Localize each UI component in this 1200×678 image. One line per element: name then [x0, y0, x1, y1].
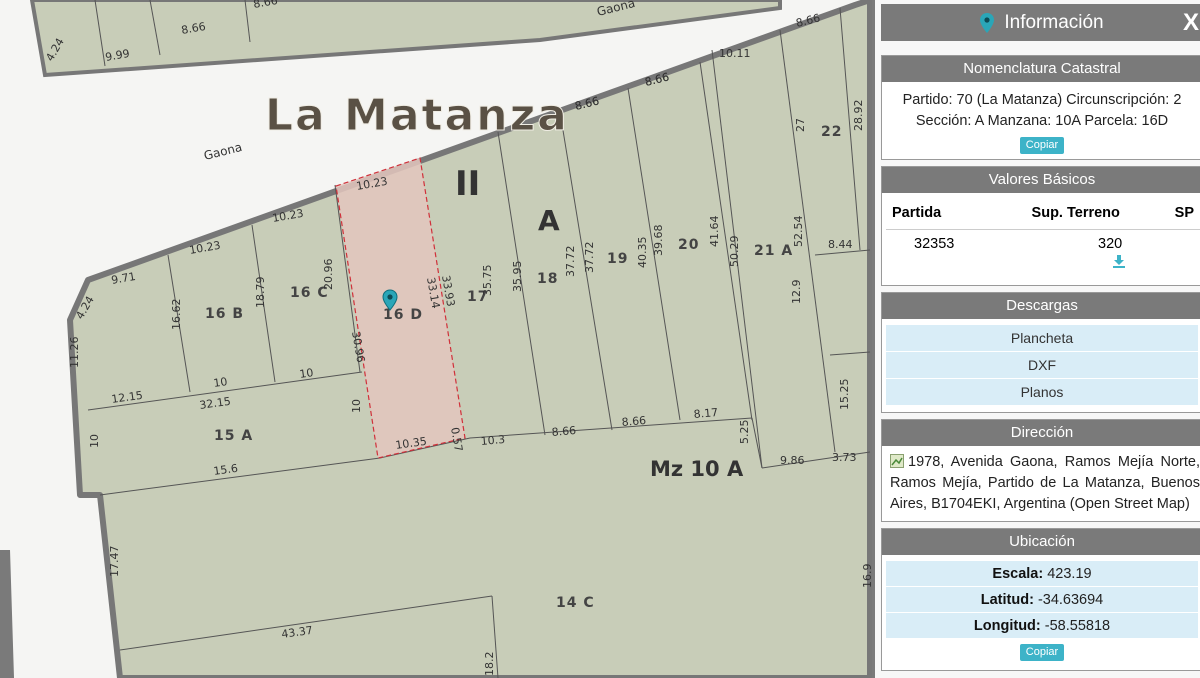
panel-header: Información X	[881, 4, 1200, 41]
plot-label: 22	[821, 124, 842, 140]
escala-row: Escala: 423.19	[886, 561, 1198, 587]
svg-text:8.17: 8.17	[693, 406, 719, 421]
svg-text:37.72: 37.72	[583, 242, 596, 274]
cadastral-map[interactable]: La Matanza II A Mz 10 A Gaona Gaona 16 D…	[0, 0, 875, 678]
address-block: 1978, Avenida Gaona, Ramos Mejía Norte, …	[882, 446, 1200, 515]
svg-text:37.72: 37.72	[564, 246, 577, 278]
address-text: 1978, Avenida Gaona, Ramos Mejía Norte, …	[890, 454, 1200, 512]
svg-text:10.11: 10.11	[719, 47, 751, 60]
copy-nomenclatura-button[interactable]: Copiar	[1019, 137, 1065, 154]
nomenclatura-line-1: Partido: 70 (La Matanza) Circunscripción…	[902, 92, 1182, 108]
cell-partida: 32353	[914, 236, 955, 252]
cell-sp	[1152, 230, 1200, 255]
svg-text:35.95: 35.95	[511, 261, 524, 293]
svg-text:10: 10	[299, 366, 315, 381]
plot-label: 21 A	[754, 243, 793, 259]
map-canvas[interactable]: La Matanza II A Mz 10 A Gaona Gaona 16 D…	[0, 0, 875, 678]
plot-label: 19	[607, 251, 628, 267]
plot-label: 18	[537, 271, 558, 287]
district-label: La Matanza	[265, 90, 569, 141]
ubicacion-section: Ubicación Escala: 423.19 Latitud: -34.63…	[881, 528, 1200, 671]
header-sup-terreno: Sup. Terreno	[999, 201, 1153, 230]
latitud-label: Latitud:	[980, 592, 1034, 608]
nomenclatura-line-2: Sección: A Manzana: 10A Parcela: 16D	[915, 113, 1169, 129]
download-icon[interactable]	[1112, 254, 1126, 268]
svg-text:8.66: 8.66	[551, 424, 577, 439]
svg-text:10.3: 10.3	[480, 433, 506, 448]
map-icon	[890, 454, 904, 468]
svg-text:18.2: 18.2	[483, 652, 496, 677]
valores-title: Valores Básicos	[882, 167, 1200, 193]
valores-section: Valores Básicos Partida Sup. Terreno SP …	[881, 166, 1200, 286]
escala-value: 423.19	[1047, 566, 1092, 582]
header-sp: SP	[1152, 201, 1200, 230]
info-panel: Información X Nomenclatura Catastral Par…	[872, 0, 1200, 678]
svg-text:39.68: 39.68	[652, 225, 665, 257]
svg-text:10: 10	[88, 434, 101, 448]
section-label-ii: II	[455, 164, 480, 204]
block-label: Mz 10 A	[650, 457, 744, 481]
download-planos[interactable]: Planos	[886, 379, 1198, 406]
ubicacion-title: Ubicación	[882, 529, 1200, 555]
svg-text:5.25: 5.25	[738, 420, 751, 445]
svg-text:8.44: 8.44	[828, 238, 853, 251]
panel-title: Información	[1004, 11, 1104, 33]
close-button[interactable]: X	[1183, 9, 1199, 37]
longitud-label: Longitud:	[973, 618, 1041, 634]
header-partida: Partida	[886, 201, 1000, 230]
latitud-value: -34.63694	[1037, 592, 1104, 608]
svg-text:28.92: 28.92	[852, 100, 865, 132]
longitud-value: -58.55818	[1044, 618, 1111, 634]
nomenclatura-section: Nomenclatura Catastral Partido: 70 (La M…	[881, 55, 1200, 160]
svg-text:52.54: 52.54	[792, 216, 805, 248]
svg-text:27: 27	[794, 118, 807, 132]
plot-label: 16 B	[205, 306, 244, 322]
cell-sup-terreno: 320	[1098, 236, 1123, 252]
download-dxf[interactable]: DXF	[886, 352, 1198, 379]
svg-text:3.73: 3.73	[832, 451, 857, 464]
nomenclatura-title: Nomenclatura Catastral	[882, 56, 1200, 82]
section-label-a: A	[538, 204, 560, 237]
direccion-section: Dirección 1978, Avenida Gaona, Ramos Mej…	[881, 419, 1200, 522]
svg-text:10: 10	[350, 399, 363, 413]
copy-ubicacion-button[interactable]: Copiar	[1019, 644, 1065, 661]
plot-label: 20	[678, 237, 699, 253]
svg-text:12.9: 12.9	[790, 280, 803, 305]
svg-text:17.47: 17.47	[108, 546, 121, 578]
svg-text:20.96: 20.96	[322, 259, 335, 291]
svg-text:11.26: 11.26	[68, 337, 81, 369]
valores-table: Partida Sup. Terreno SP 32353 320	[886, 201, 1200, 274]
svg-text:15.25: 15.25	[838, 379, 851, 411]
svg-text:41.64: 41.64	[708, 216, 721, 248]
direccion-title: Dirección	[882, 420, 1200, 446]
download-plancheta[interactable]: Plancheta	[886, 325, 1198, 352]
latitud-row: Latitud: -34.63694	[886, 587, 1198, 613]
location-pin-icon	[980, 12, 995, 33]
svg-text:40.35: 40.35	[636, 237, 649, 269]
svg-text:9.86: 9.86	[780, 454, 805, 467]
longitud-row: Longitud: -58.55818	[886, 613, 1198, 639]
svg-text:16.62: 16.62	[170, 299, 183, 331]
plot-label: 15 A	[214, 428, 253, 444]
descargas-title: Descargas	[882, 293, 1200, 319]
descargas-section: Descargas Plancheta DXF Planos	[881, 292, 1200, 413]
svg-text:8.66: 8.66	[621, 414, 647, 429]
plot-label: 14 C	[556, 595, 595, 611]
svg-text:50.29: 50.29	[728, 236, 741, 268]
svg-text:35.75: 35.75	[481, 265, 494, 297]
escala-label: Escala:	[992, 566, 1044, 582]
svg-text:18.79: 18.79	[254, 277, 267, 309]
svg-text:10: 10	[213, 375, 229, 390]
